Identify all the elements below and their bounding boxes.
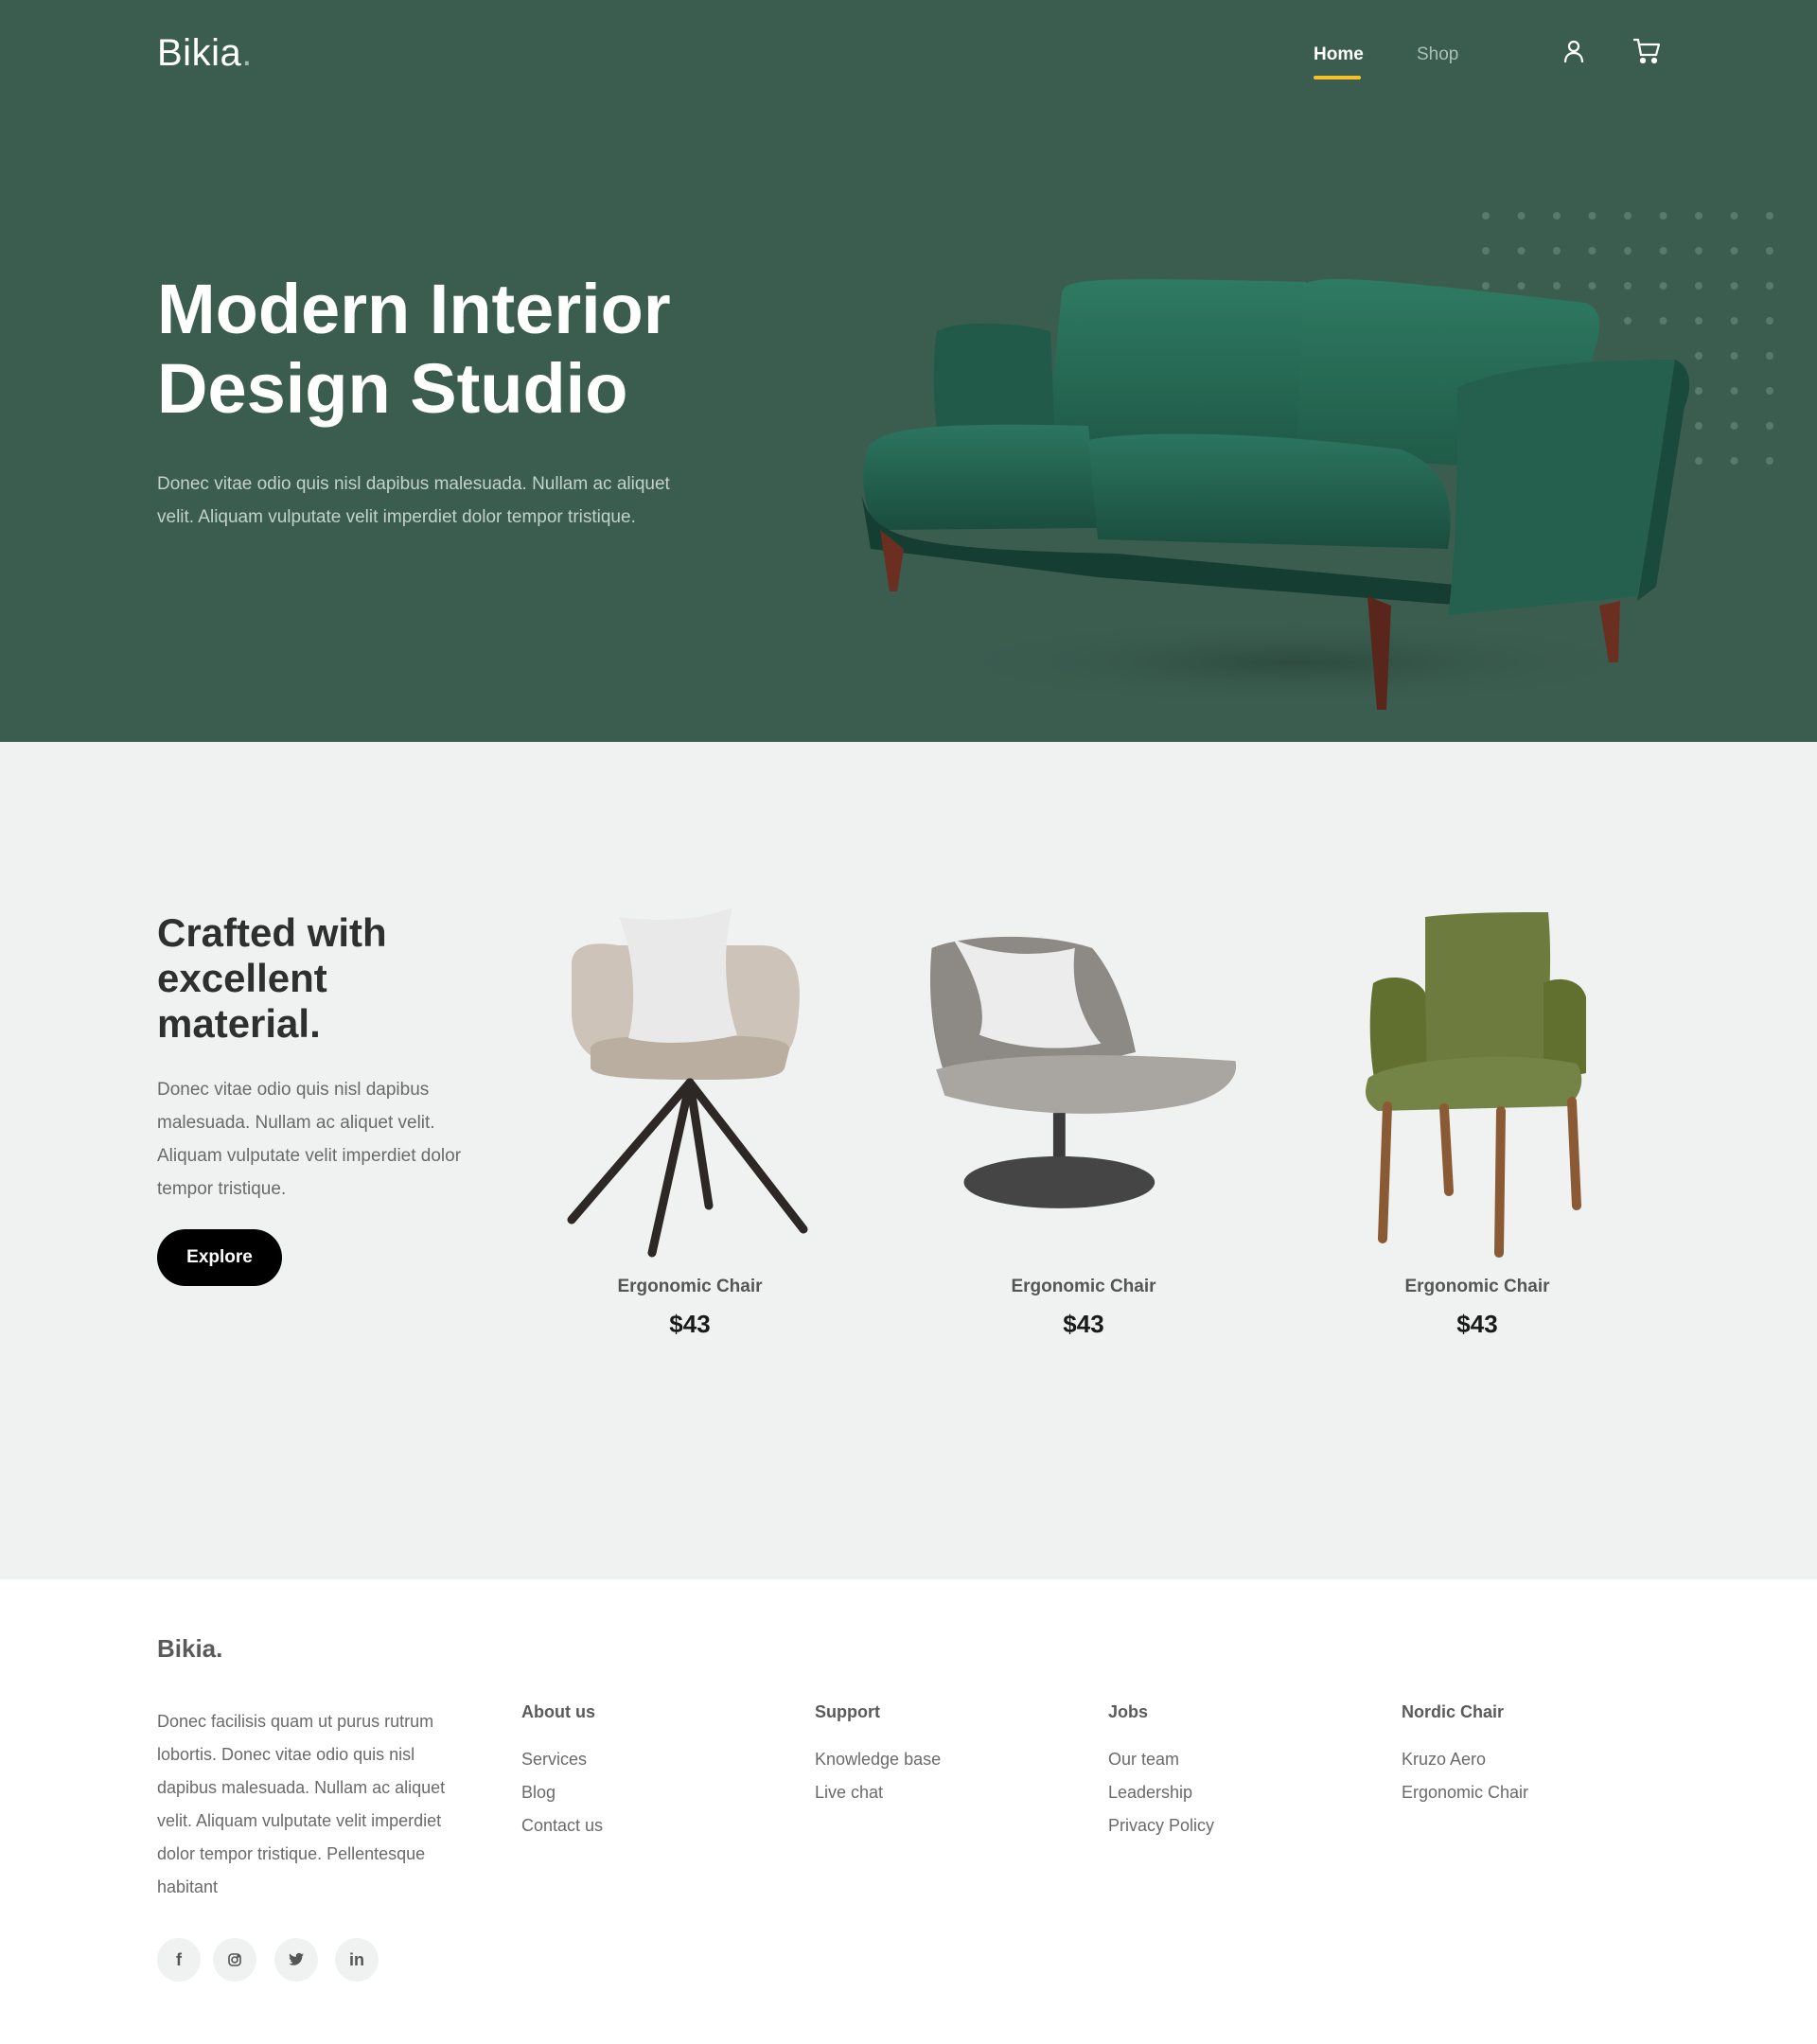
footer-column-nordic-chair: Nordic Chair Kruzo Aero Ergonomic Chair: [1402, 1702, 1528, 1809]
footer-column-title: About us: [521, 1702, 595, 1721]
footer-link-kruzo-aero[interactable]: Kruzo Aero: [1402, 1743, 1528, 1776]
pattern-dot: [1766, 247, 1773, 255]
footer-column-support: Support Knowledge base Live chat: [815, 1702, 941, 1809]
footer-link-contact[interactable]: Contact us: [521, 1809, 603, 1842]
footer-link-our-team[interactable]: Our team: [1108, 1743, 1214, 1776]
lounge-chair-image: [929, 936, 1237, 1208]
footer-link-privacy-policy[interactable]: Privacy Policy: [1108, 1809, 1214, 1842]
cart-icon[interactable]: [1628, 32, 1666, 70]
top-nav: Bikia. Home Shop: [0, 0, 1817, 114]
pattern-dot: [1730, 247, 1738, 255]
pattern-dot: [1695, 247, 1702, 255]
footer-column-title: Jobs: [1108, 1702, 1149, 1721]
footer-column-title: Nordic Chair: [1402, 1702, 1505, 1721]
twitter-icon[interactable]: [274, 1938, 318, 1982]
pattern-dot: [1766, 422, 1773, 430]
pattern-dot: [1517, 212, 1526, 220]
sofa-image: [861, 278, 1690, 710]
footer-link-blog[interactable]: Blog: [521, 1776, 603, 1809]
pattern-dot: [1624, 247, 1632, 255]
product-name: Ergonomic Chair: [1404, 1277, 1550, 1296]
footer-link-knowledge-base[interactable]: Knowledge base: [815, 1743, 941, 1776]
footer-link-ergonomic-chair[interactable]: Ergonomic Chair: [1402, 1776, 1528, 1809]
pattern-dot: [1730, 317, 1738, 325]
product-name: Ergonomic Chair: [617, 1277, 763, 1296]
footer: Bikia. Donec facilisis quam ut purus rut…: [0, 1579, 1817, 2044]
brand-logo[interactable]: Bikia.: [157, 32, 253, 75]
pattern-dot: [1730, 212, 1738, 220]
pattern-dot: [1482, 212, 1490, 220]
product-card[interactable]: Ergonomic Chair $43: [1321, 907, 1633, 1338]
pattern-dot: [1588, 212, 1596, 220]
pattern-dot: [1730, 457, 1738, 465]
armchair-image: [1366, 912, 1586, 1258]
products-heading: Crafted with excellent material.: [157, 910, 387, 1046]
explore-button[interactable]: Explore: [157, 1229, 282, 1286]
pattern-dot: [1659, 212, 1667, 220]
pattern-dot: [1766, 352, 1773, 360]
product-card[interactable]: Ergonomic Chair $43: [927, 907, 1240, 1338]
footer-link-services[interactable]: Services: [521, 1743, 603, 1776]
footer-column-about: About us Services Blog Contact us: [521, 1702, 603, 1842]
products-description: Donec vitae odio quis nisl dapibus males…: [157, 1080, 462, 1199]
product-card[interactable]: Ergonomic Chair $43: [534, 907, 846, 1338]
chair-image: [567, 907, 808, 1258]
pattern-dot: [1588, 247, 1596, 255]
nav-active-indicator: [1314, 76, 1361, 79]
pattern-dot: [1766, 212, 1773, 220]
user-icon[interactable]: [1555, 32, 1593, 70]
products-section: Crafted with excellent material. Donec v…: [0, 742, 1817, 1579]
product-name: Ergonomic Chair: [1011, 1277, 1156, 1296]
pattern-dot: [1766, 282, 1773, 290]
hero-description: Donec vitae odio quis nisl dapibus males…: [157, 474, 670, 527]
footer-logo[interactable]: Bikia.: [157, 1634, 222, 1664]
footer-column-title: Support: [815, 1702, 880, 1721]
footer-link-leadership[interactable]: Leadership: [1108, 1776, 1214, 1809]
hero-title: Modern Interior Design Studio: [157, 270, 671, 428]
pattern-dot: [1517, 247, 1526, 255]
pattern-dot: [1695, 212, 1702, 220]
pattern-dot: [1659, 247, 1667, 255]
pattern-dot: [1730, 352, 1738, 360]
pattern-dot: [1482, 247, 1490, 255]
nav-shop-link[interactable]: Shop: [1417, 44, 1458, 65]
pattern-dot: [1730, 422, 1738, 430]
product-price: $43: [1456, 1310, 1498, 1338]
instagram-icon[interactable]: [213, 1938, 256, 1982]
product-price: $43: [1063, 1310, 1104, 1338]
pattern-dot: [1730, 282, 1738, 290]
pattern-dot: [1766, 457, 1773, 465]
pattern-dot: [1553, 212, 1561, 220]
facebook-icon[interactable]: f: [157, 1938, 201, 1982]
pattern-dot: [1624, 212, 1632, 220]
footer-link-live-chat[interactable]: Live chat: [815, 1776, 941, 1809]
footer-column-jobs: Jobs Our team Leadership Privacy Policy: [1108, 1702, 1214, 1842]
pattern-dot: [1766, 317, 1773, 325]
linkedin-icon[interactable]: in: [335, 1938, 379, 1982]
nav-home-link[interactable]: Home: [1314, 44, 1364, 65]
pattern-dot: [1766, 387, 1773, 395]
pattern-dot: [1730, 387, 1738, 395]
pattern-dot: [1553, 247, 1561, 255]
footer-description: Donec facilisis quam ut purus rutrum lob…: [157, 1712, 446, 1896]
product-price: $43: [669, 1310, 711, 1338]
hero-section: Bikia. Home Shop Modern Interior Design …: [0, 0, 1817, 742]
